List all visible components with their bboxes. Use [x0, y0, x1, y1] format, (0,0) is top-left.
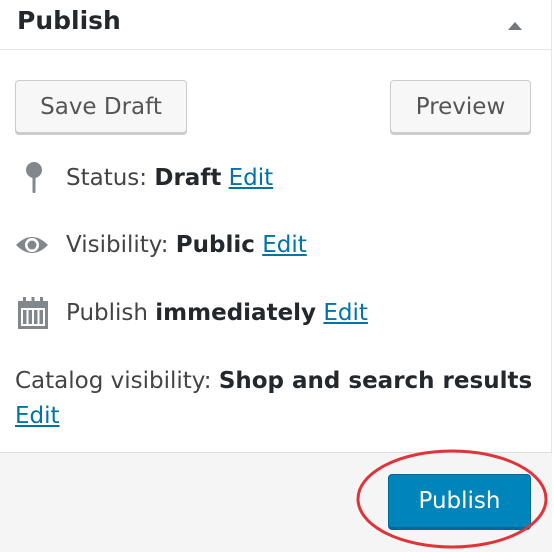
catalog-visibility-label: Catalog visibility:: [15, 368, 212, 394]
publish-button[interactable]: Publish: [388, 474, 531, 528]
visibility-label: Visibility:: [66, 232, 169, 258]
edit-visibility-link[interactable]: Edit: [262, 232, 307, 258]
caret-up-icon[interactable]: [500, 12, 530, 38]
catalog-visibility: Catalog visibility: Shop and search resu…: [15, 364, 535, 434]
edit-schedule-link[interactable]: Edit: [323, 300, 368, 326]
publish-panel: Publish Save Draft Preview Status: Draft…: [0, 0, 552, 552]
visibility-value: Public: [175, 232, 255, 258]
eye-icon: [14, 225, 50, 265]
panel-header[interactable]: Publish: [0, 0, 552, 50]
status-label: Status:: [66, 165, 148, 191]
save-draft-button[interactable]: Save Draft: [15, 80, 187, 133]
panel-title: Publish: [17, 6, 121, 35]
schedule-label: Publish: [66, 300, 148, 326]
edit-catalog-visibility-link[interactable]: Edit: [15, 403, 60, 429]
preview-button[interactable]: Preview: [390, 80, 531, 133]
edit-status-link[interactable]: Edit: [229, 165, 274, 191]
pin-icon: [22, 158, 46, 198]
calendar-icon: [16, 293, 50, 333]
status-row: Status: Draft Edit: [0, 158, 552, 198]
schedule-row: Publish immediately Edit: [0, 293, 552, 333]
catalog-visibility-value: Shop and search results: [218, 368, 533, 394]
status-value: Draft: [154, 165, 222, 191]
visibility-row: Visibility: Public Edit: [0, 225, 552, 265]
schedule-value: immediately: [155, 300, 317, 326]
